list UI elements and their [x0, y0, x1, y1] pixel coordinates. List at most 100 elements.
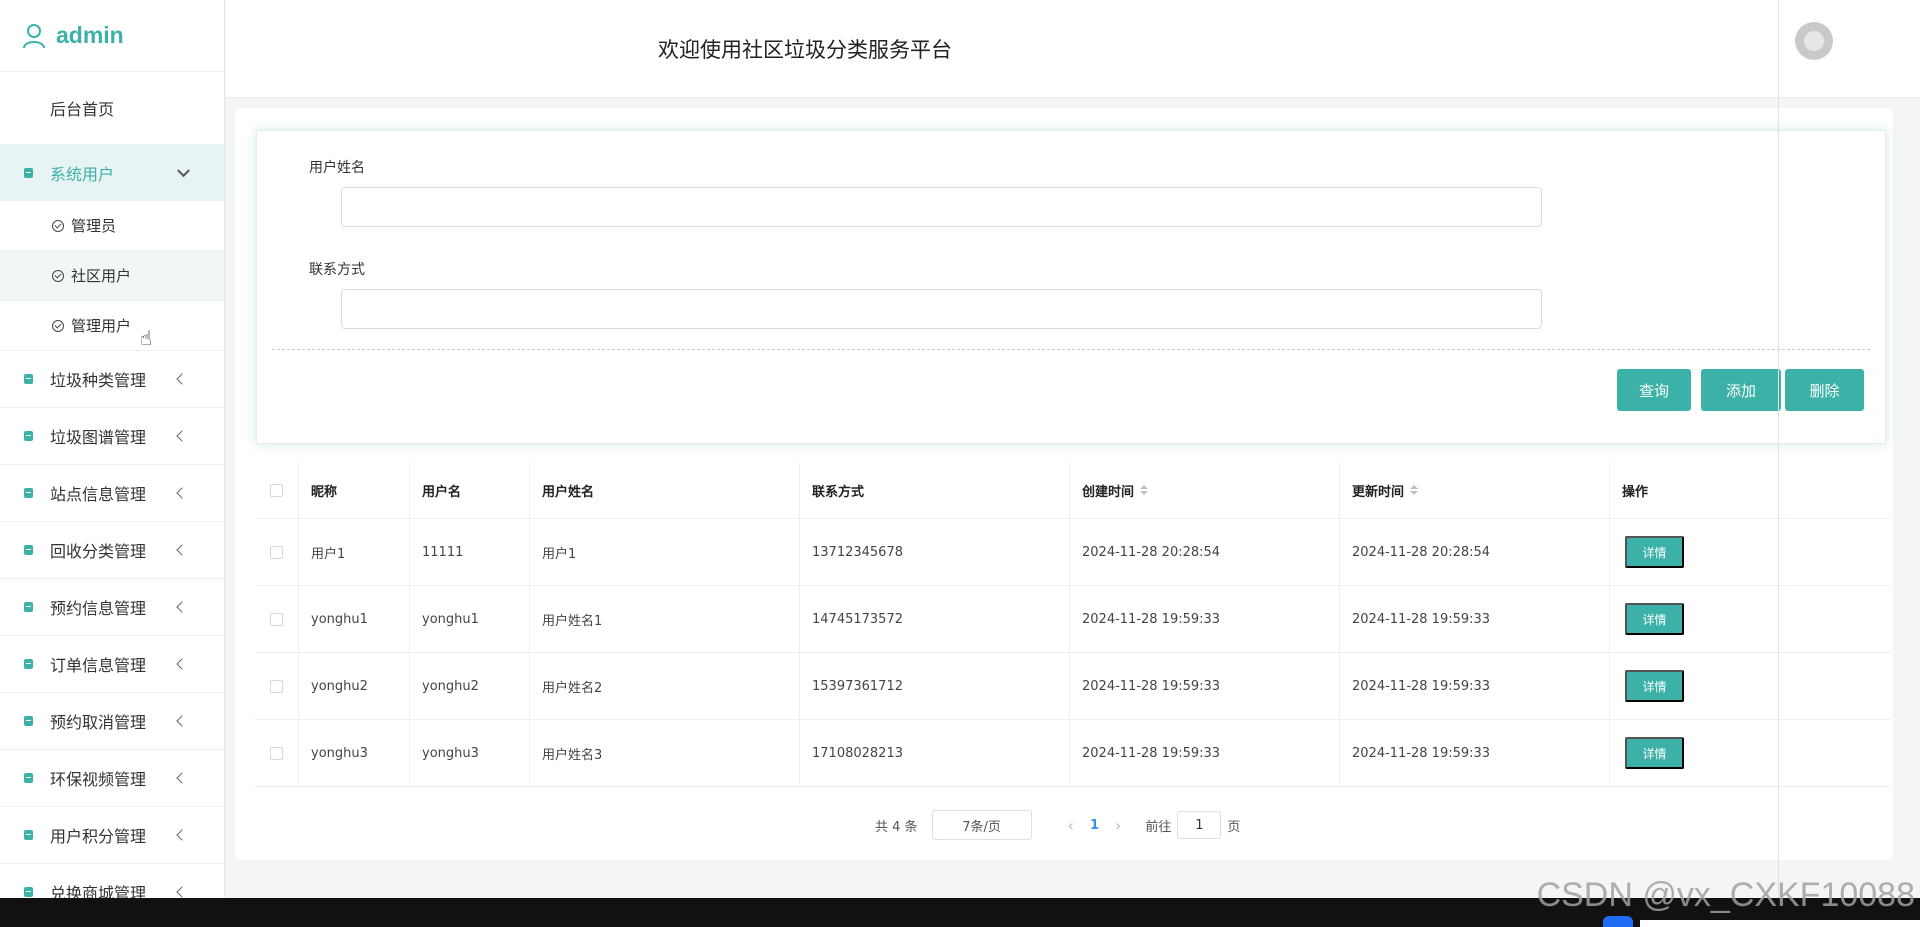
header-updated-label: 更新时间 [1352, 484, 1405, 500]
cell-created: 2024-11-28 19:59:33 [1070, 720, 1340, 786]
cell-username: yonghu3 [410, 720, 530, 786]
checkbox-cell [255, 653, 299, 719]
page-number[interactable]: 1 [1090, 818, 1099, 833]
detail-button[interactable]: 详情 [1625, 737, 1684, 769]
cell-fullname: 用户姓名3 [530, 720, 800, 786]
row-checkbox[interactable] [270, 612, 283, 626]
sidebar-subitem-admin[interactable]: 管理员 [0, 201, 224, 251]
cell-nickname: yonghu3 [299, 720, 410, 786]
chevron-left-icon [176, 715, 188, 727]
sidebar-item-label: 预约取消管理 [50, 713, 147, 732]
loading-spinner-icon [1795, 22, 1833, 60]
cell-fullname: 用户姓名2 [530, 653, 800, 719]
cell-created: 2024-11-28 19:59:33 [1070, 586, 1340, 652]
field-label-contact: 联系方式 [309, 262, 365, 278]
sidebar-item-label: 用户积分管理 [50, 827, 147, 846]
menu-doc-icon [24, 659, 33, 669]
brand-name: admin [56, 22, 124, 48]
check-circle-icon [52, 319, 64, 332]
sidebar-item-waste-gallery[interactable]: 垃圾图谱管理 [0, 408, 224, 465]
sidebar-item-cancellations[interactable]: 预约取消管理 [0, 693, 224, 750]
sidebar-item-recycle-categories[interactable]: 回收分类管理 [0, 522, 224, 579]
sidebar-item-waste-types[interactable]: 垃圾种类管理 [0, 351, 224, 408]
cell-username: yonghu1 [410, 586, 530, 652]
sidebar-subitem-manage-users[interactable]: 管理用户 [0, 301, 224, 351]
sidebar-item-home[interactable]: 后台首页 [0, 72, 224, 144]
sidebar-item-orders[interactable]: 订单信息管理 [0, 636, 224, 693]
menu-doc-icon [24, 830, 33, 840]
contact-input[interactable] [341, 289, 1542, 329]
detail-button[interactable]: 详情 [1625, 536, 1684, 568]
goto-label: 前往 [1145, 819, 1172, 835]
pagination: 共 4 条 7条/页 ‹ 1 › 前往 1 页 [875, 810, 1240, 840]
sidebar-item-eco-videos[interactable]: 环保视频管理 [0, 750, 224, 807]
sidebar-item-stations[interactable]: 站点信息管理 [0, 465, 224, 522]
cell-nickname: 用户1 [299, 519, 410, 585]
sort-icon[interactable] [1410, 485, 1419, 495]
menu-doc-icon [24, 887, 33, 897]
cell-username: yonghu2 [410, 653, 530, 719]
chevron-left-icon [176, 544, 188, 556]
cell-updated: 2024-11-28 19:59:33 [1340, 586, 1610, 652]
check-circle-icon [52, 219, 64, 232]
checkbox-cell [255, 519, 299, 585]
data-table: 昵称 用户名 用户姓名 联系方式 创建时间 更新时间 操作 用户1 11111 … [255, 462, 1891, 787]
main-panel: 用户姓名 联系方式 查询 添加 删除 昵称 用户名 用户姓名 联系方式 创建时间… [235, 108, 1893, 860]
delete-button[interactable]: 删除 [1785, 369, 1864, 411]
sidebar-item-label: 订单信息管理 [50, 656, 147, 675]
select-all-checkbox[interactable] [270, 483, 283, 497]
taskbar-app-icon[interactable] [1603, 916, 1633, 927]
page-size-select[interactable]: 7条/页 [931, 810, 1032, 840]
sidebar-subitem-label: 管理员 [71, 217, 117, 235]
row-checkbox[interactable] [270, 746, 283, 760]
vertical-guide-line [1778, 0, 1779, 898]
chevron-left-icon [176, 487, 188, 499]
header-created[interactable]: 创建时间 [1070, 462, 1340, 518]
sidebar-item-exchange-mall[interactable]: 兑换商城管理 [0, 864, 224, 898]
header-checkbox-cell [255, 462, 299, 518]
cell-actions: 详情 [1610, 586, 1891, 652]
add-button[interactable]: 添加 [1701, 369, 1781, 411]
header-username: 用户名 [410, 462, 530, 518]
header-contact: 联系方式 [800, 462, 1070, 518]
user-icon [23, 23, 45, 48]
page-title: 欢迎使用社区垃圾分类服务平台 [658, 38, 952, 62]
chevron-left-icon [176, 886, 188, 898]
row-checkbox[interactable] [270, 545, 283, 559]
sidebar-subitem-label: 管理用户 [71, 317, 132, 335]
checkbox-cell [255, 720, 299, 786]
prev-page-icon[interactable]: ‹ [1068, 816, 1074, 835]
chevron-left-icon [176, 601, 188, 613]
header-nickname: 昵称 [299, 462, 410, 518]
table-row: 用户1 11111 用户1 13712345678 2024-11-28 20:… [255, 519, 1891, 586]
query-button[interactable]: 查询 [1617, 369, 1691, 411]
menu-doc-icon [24, 167, 33, 178]
row-checkbox[interactable] [270, 679, 283, 693]
goto-suffix: 页 [1227, 819, 1241, 835]
top-header: 欢迎使用社区垃圾分类服务平台 [226, 0, 1920, 98]
taskbar-input-area [1640, 920, 1920, 927]
cell-updated: 2024-11-28 20:28:54 [1340, 519, 1610, 585]
cell-created: 2024-11-28 20:28:54 [1070, 519, 1340, 585]
next-page-icon[interactable]: › [1115, 816, 1121, 835]
goto-page-input[interactable]: 1 [1177, 811, 1222, 839]
header-updated[interactable]: 更新时间 [1340, 462, 1610, 518]
sidebar-item-user-points[interactable]: 用户积分管理 [0, 807, 224, 864]
sidebar-item-label: 回收分类管理 [50, 542, 147, 561]
cell-fullname: 用户1 [530, 519, 800, 585]
sidebar-item-system-users[interactable]: 系统用户 [0, 144, 224, 201]
brand: admin [0, 0, 224, 72]
menu-doc-icon [24, 431, 33, 441]
sidebar-item-label: 站点信息管理 [50, 485, 147, 504]
sidebar-subitem-community-users[interactable]: 社区用户 [0, 251, 224, 301]
sidebar-item-reservations[interactable]: 预约信息管理 [0, 579, 224, 636]
chevron-left-icon [176, 373, 188, 385]
menu-doc-icon [24, 545, 33, 555]
detail-button[interactable]: 详情 [1625, 670, 1684, 702]
chevron-left-icon [176, 772, 188, 784]
cell-contact: 17108028213 [800, 720, 1070, 786]
sort-icon[interactable] [1140, 485, 1149, 495]
header-created-label: 创建时间 [1082, 484, 1135, 500]
detail-button[interactable]: 详情 [1625, 603, 1684, 635]
name-input[interactable] [341, 187, 1542, 227]
